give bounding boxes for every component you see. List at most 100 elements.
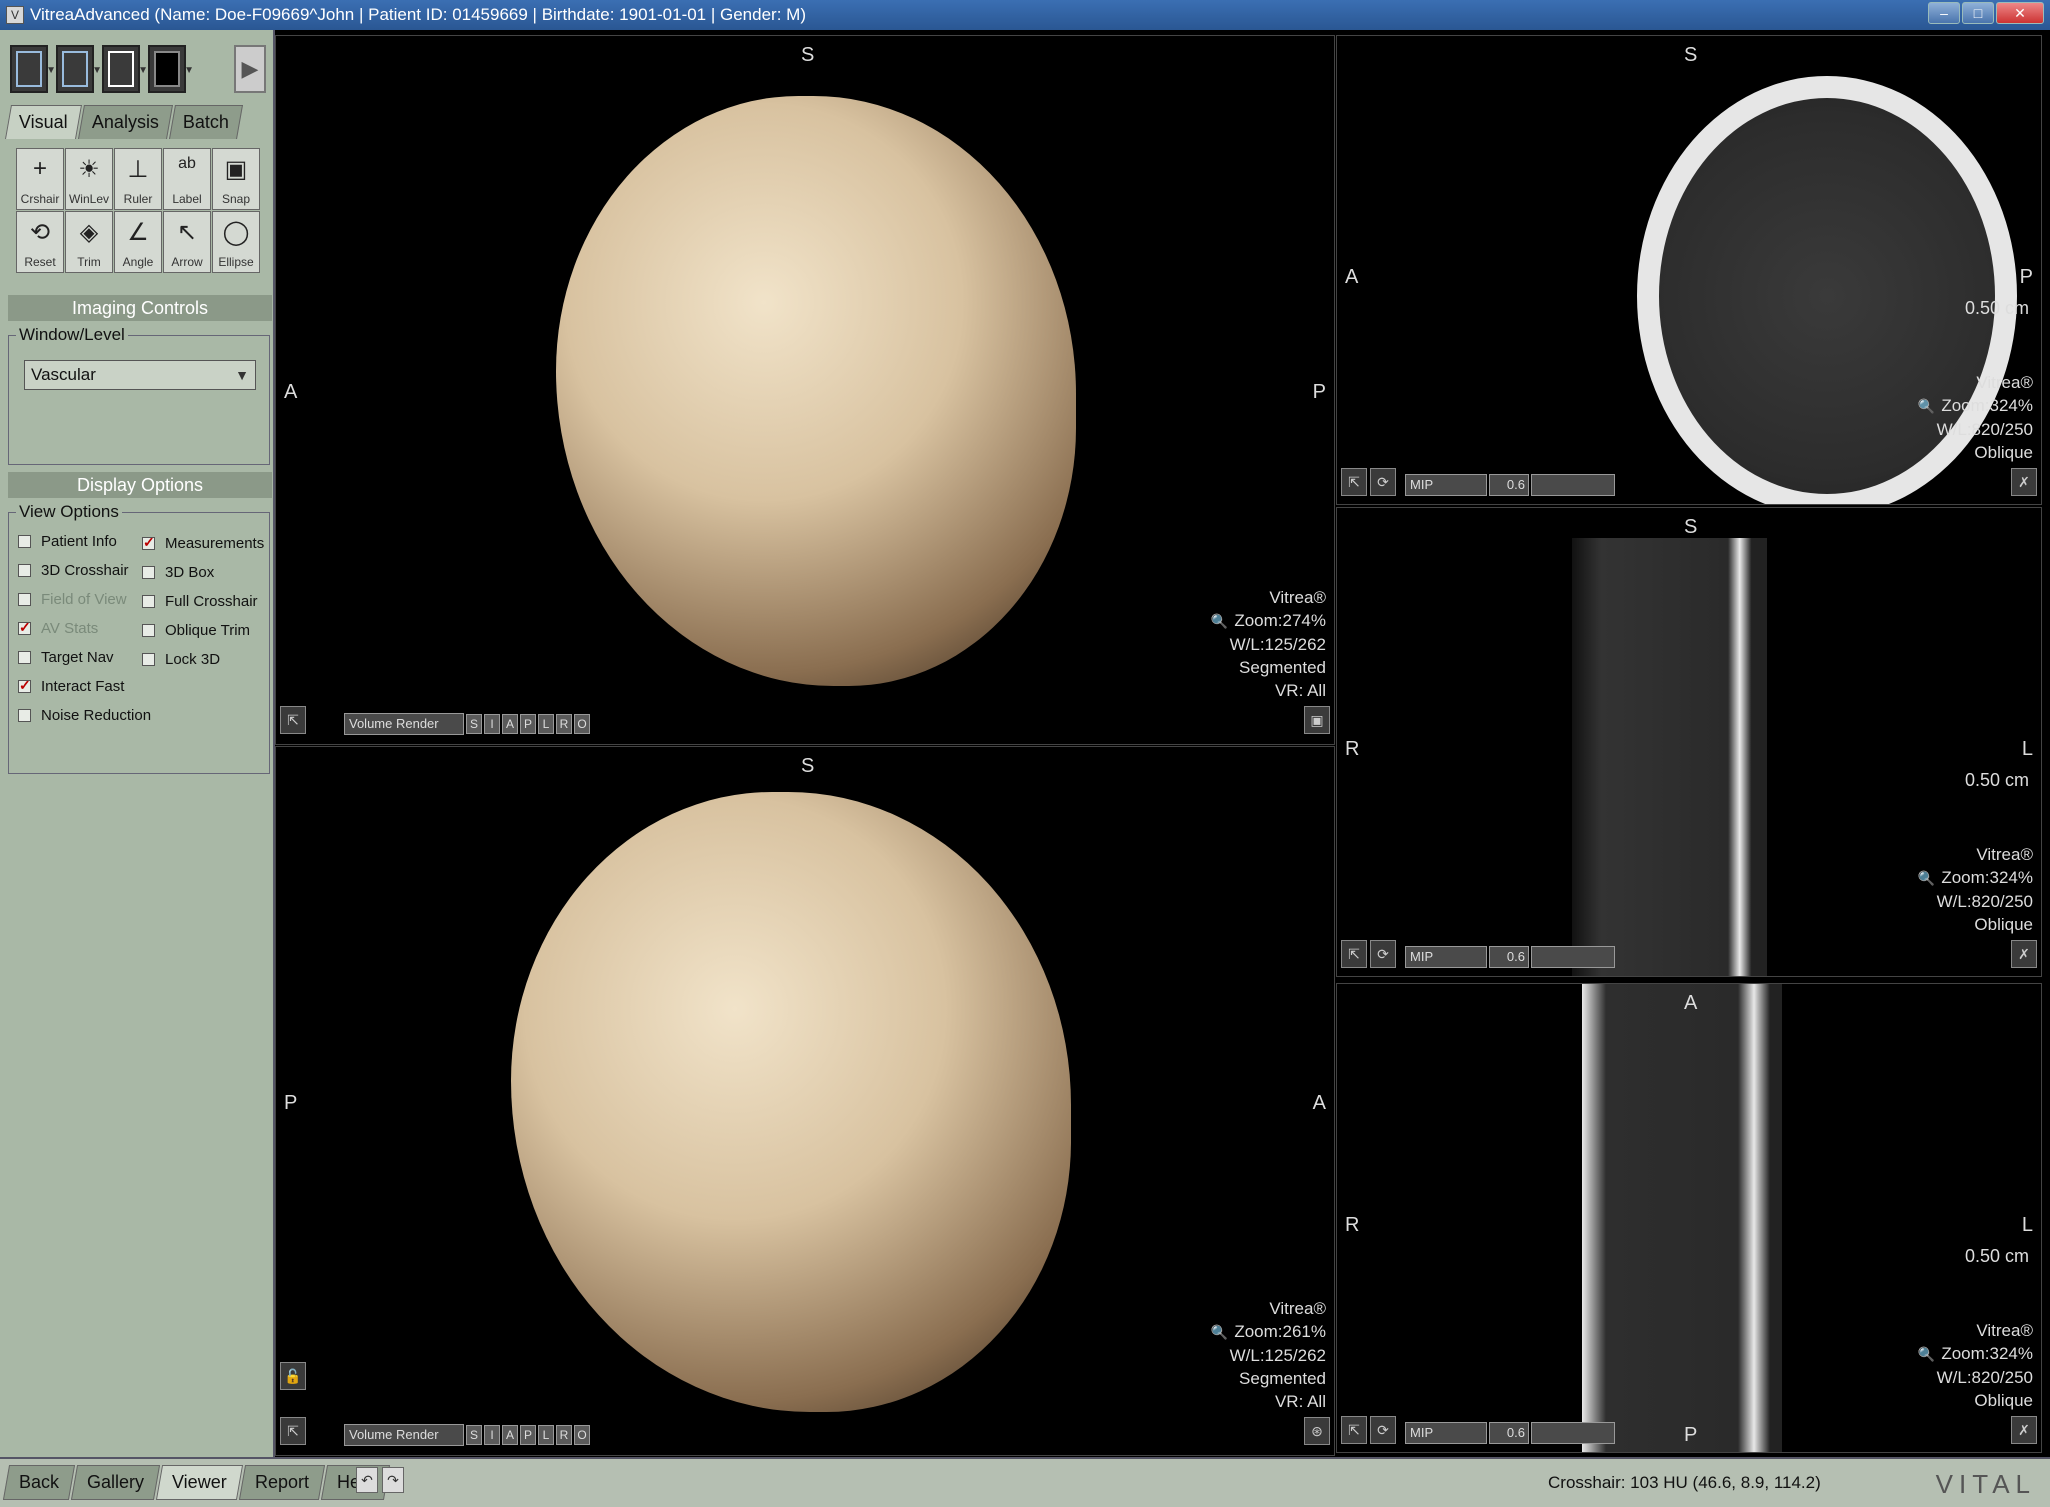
expand-viewport-button[interactable]: ⇱ — [280, 1417, 306, 1445]
tab-report[interactable]: Report — [238, 1465, 325, 1500]
lock-icon[interactable]: 🔓 — [280, 1362, 306, 1390]
panel-forward-button[interactable]: ▶ — [234, 45, 266, 93]
undo-button[interactable]: ↶ — [356, 1467, 378, 1493]
view-p-button[interactable]: P — [520, 714, 536, 734]
expand-viewport-button[interactable]: ⇱ — [1341, 1416, 1367, 1444]
option-noise-reduction[interactable]: Noise Reduction — [18, 707, 151, 724]
view-a-button[interactable]: A — [502, 1425, 518, 1445]
checkbox[interactable] — [18, 709, 31, 722]
view-l-button[interactable]: L — [538, 1425, 554, 1445]
viewport-options-button[interactable]: ▣ — [1304, 706, 1330, 734]
option-patient-info[interactable]: Patient Info — [18, 533, 117, 550]
thickness-slider[interactable] — [1531, 946, 1615, 968]
mpr-rotate-button[interactable]: ⟳ — [1370, 940, 1396, 968]
mpr-rotate-button[interactable]: ⟳ — [1370, 468, 1396, 496]
crosshair-tool-button[interactable]: + Crshair — [16, 148, 64, 210]
layout-custom-button[interactable]: ▼ — [102, 45, 148, 93]
view-o-button[interactable]: O — [574, 714, 590, 734]
expand-viewport-button[interactable]: ⇱ — [1341, 940, 1367, 968]
thickness-field[interactable]: 0.6 — [1489, 474, 1529, 496]
checkbox[interactable] — [142, 653, 155, 666]
ellipse-tool-button[interactable]: ◯ Ellipse — [212, 211, 260, 273]
checkbox[interactable] — [142, 595, 155, 608]
layout-single-button[interactable]: ▼ — [148, 45, 194, 93]
option-3d-box[interactable]: 3D Box — [142, 564, 214, 581]
sun-icon: ☀ — [78, 156, 100, 183]
view-s-button[interactable]: S — [466, 714, 482, 734]
checkbox[interactable] — [18, 535, 31, 548]
thickness-slider[interactable] — [1531, 474, 1615, 496]
view-o-button[interactable]: O — [574, 1425, 590, 1445]
view-p-button[interactable]: P — [520, 1425, 536, 1445]
mip-select[interactable]: MIP — [1405, 1422, 1487, 1444]
checkbox[interactable] — [142, 566, 155, 579]
tab-analysis[interactable]: Analysis — [77, 105, 173, 139]
maximize-button[interactable]: □ — [1962, 2, 1994, 24]
left-panel: ▼ ▼ ▼ ▼ ▶ Visual Analysis Batch + Crshair… — [0, 30, 275, 1457]
view-a-button[interactable]: A — [502, 714, 518, 734]
mpr-rotate-button[interactable]: ⟳ — [1370, 1416, 1396, 1444]
viewport-3d-top[interactable]: S A P Vitrea® 🔍 Zoom:274% W/L:125/262 Seg… — [275, 35, 1335, 745]
tab-viewer[interactable]: Viewer — [155, 1465, 243, 1500]
layout-buttons: ▼ ▼ ▼ ▼ — [10, 45, 194, 93]
option-target-nav[interactable]: Target Nav — [18, 649, 114, 666]
render-mode-select[interactable]: Volume Render — [344, 713, 464, 735]
undo-redo: ↶ ↷ — [356, 1467, 404, 1493]
option-lock-3d[interactable]: Lock 3D — [142, 651, 220, 668]
expand-viewport-button[interactable]: ⇱ — [1341, 468, 1367, 496]
viewport-3d-bottom[interactable]: S P A Vitrea® 🔍 Zoom:261% W/L:125/262 Seg… — [275, 746, 1335, 1456]
checkbox[interactable] — [18, 651, 31, 664]
viewport-mpr-2[interactable]: S R L 0.50 cm Vitrea® 🔍 Zoom:324% W/L:820… — [1336, 507, 2042, 977]
thickness-slider[interactable] — [1531, 1422, 1615, 1444]
checkbox[interactable] — [18, 564, 31, 577]
zoom-icon: 🔍 — [1210, 613, 1229, 629]
view-r-button[interactable]: R — [556, 1425, 572, 1445]
window-level-select[interactable]: Vascular ▼ — [24, 360, 256, 390]
orient-top: S — [801, 44, 815, 66]
option-interact-fast[interactable]: Interact Fast — [18, 677, 124, 695]
rotate-button[interactable]: ⊛ — [1304, 1417, 1330, 1445]
crosshair-toggle-button[interactable]: ✗ — [2011, 468, 2037, 496]
viewport-mpr-1[interactable]: S A P 0.50 cm Vitrea® 🔍 Zoom:324% W/L:820… — [1336, 35, 2042, 505]
label-tool-button[interactable]: ab Label — [163, 148, 211, 210]
option-3d-crosshair[interactable]: 3D Crosshair — [18, 562, 129, 579]
layout-1x2-button[interactable]: ▼ — [56, 45, 102, 93]
tab-back[interactable]: Back — [2, 1465, 76, 1500]
view-i-button[interactable]: I — [484, 714, 500, 734]
ruler-tool-button[interactable]: ⊥ Ruler — [114, 148, 162, 210]
layout-2x2-button[interactable]: ▼ — [10, 45, 56, 93]
checkbox[interactable] — [142, 624, 155, 637]
expand-viewport-button[interactable]: ⇱ — [280, 706, 306, 734]
winlev-tool-button[interactable]: ☀ WinLev — [65, 148, 113, 210]
tab-batch[interactable]: Batch — [168, 105, 243, 139]
reset-tool-button[interactable]: ⟲ Reset — [16, 211, 64, 273]
option-measurements[interactable]: Measurements — [142, 534, 264, 552]
mip-select[interactable]: MIP — [1405, 946, 1487, 968]
display-options-header: Display Options — [8, 472, 272, 498]
render-mode-select[interactable]: Volume Render — [344, 1424, 464, 1446]
tab-gallery[interactable]: Gallery — [70, 1465, 161, 1500]
checkbox[interactable] — [142, 534, 155, 551]
crosshair-toggle-button[interactable]: ✗ — [2011, 1416, 2037, 1444]
angle-tool-button[interactable]: ∠ Angle — [114, 211, 162, 273]
thickness-field[interactable]: 0.6 — [1489, 946, 1529, 968]
view-s-button[interactable]: S — [466, 1425, 482, 1445]
thickness-field[interactable]: 0.6 — [1489, 1422, 1529, 1444]
checkbox[interactable] — [18, 677, 31, 694]
viewport-toolbar: Volume Render S I A P L R O — [344, 713, 590, 735]
view-l-button[interactable]: L — [538, 714, 554, 734]
snap-tool-button[interactable]: ▣ Snap — [212, 148, 260, 210]
mip-select[interactable]: MIP — [1405, 474, 1487, 496]
minimize-button[interactable]: – — [1928, 2, 1960, 24]
close-button[interactable]: ✕ — [1996, 2, 2044, 24]
view-r-button[interactable]: R — [556, 714, 572, 734]
arrow-tool-button[interactable]: ↖ Arrow — [163, 211, 211, 273]
option-oblique-trim[interactable]: Oblique Trim — [142, 622, 250, 639]
redo-button[interactable]: ↷ — [382, 1467, 404, 1493]
tab-visual[interactable]: Visual — [5, 105, 82, 139]
trim-tool-button[interactable]: ◈ Trim — [65, 211, 113, 273]
crosshair-toggle-button[interactable]: ✗ — [2011, 940, 2037, 968]
view-i-button[interactable]: I — [484, 1425, 500, 1445]
viewport-mpr-3[interactable]: A R L P 0.50 cm Vitrea® 🔍 Zoom:324% W/L:8… — [1336, 983, 2042, 1453]
option-full-crosshair[interactable]: Full Crosshair — [142, 593, 258, 610]
